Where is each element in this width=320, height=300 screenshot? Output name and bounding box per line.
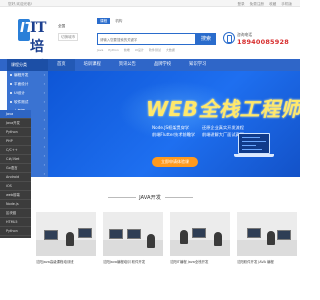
topbar-links: 登录 免费注册 收藏 手机版 — [237, 2, 292, 7]
hero-banner[interactable]: WEB全栈工程师 Node.JS框架贯穿学 前端Flutter技术前瞻学 还原企… — [48, 71, 300, 177]
subcategory-item[interactable]: Python — [0, 227, 31, 236]
banner-point: 还原企业真实开发流程 — [202, 125, 244, 130]
nav-items: 首页 培训课程 资讯公告 品牌学校 知识学习 — [48, 59, 215, 71]
main-nav: 课程分类 首页 培训课程 资讯公告 品牌学校 知识学习 — [0, 59, 300, 71]
contact-phone: 18940085928 — [237, 38, 289, 46]
topbar: 您好,欢迎光临! 登录 免费注册 收藏 手机版 — [0, 0, 300, 7]
hot-keyword[interactable]: 软件测试 — [149, 48, 161, 52]
course-image — [36, 212, 96, 256]
chevron-right-icon: › — [43, 172, 45, 176]
hot-keyword[interactable]: 大数据 — [166, 48, 175, 52]
course-card[interactable]: 沈阳IT编程 Java全栈开发 — [170, 212, 230, 274]
course-image — [237, 212, 297, 256]
course-image — [103, 212, 163, 256]
subcategory-item[interactable]: Go语言 — [0, 164, 31, 173]
chevron-right-icon: › — [43, 91, 45, 95]
subcategory-item[interactable]: Java开发 — [0, 119, 31, 128]
subcategory-item[interactable]: Node.js — [0, 200, 31, 209]
sidebar-item-label: 平面设计 — [14, 82, 29, 86]
nav-knowledge[interactable]: 知识学习 — [180, 59, 215, 71]
chevron-right-icon: › — [43, 163, 45, 167]
search-input[interactable] — [100, 36, 180, 43]
category-heading[interactable]: 课程分类 — [7, 59, 48, 71]
search-box — [97, 33, 196, 45]
sidebar-item[interactable]: 软件测试 › — [7, 98, 48, 107]
chevron-right-icon: › — [43, 118, 45, 122]
city-selector[interactable]: 全国 — [58, 24, 65, 29]
favorite-link[interactable]: 收藏 — [269, 2, 276, 7]
nav-home[interactable]: 首页 — [48, 59, 75, 71]
subcategory-item[interactable]: Android — [0, 173, 31, 182]
banner-point: 前端Flutter技术前瞻学 — [152, 132, 196, 137]
header: IT IT培训网 全国 切换城市 课程 机构 搜索 Java Python 前端… — [0, 7, 300, 95]
course-title: 沈阳Java编程培训 软件开发 — [103, 260, 146, 264]
greeting-text: 您好,欢迎光临! — [8, 1, 33, 6]
chevron-right-icon: › — [43, 82, 45, 86]
register-link[interactable]: 免费注册 — [250, 2, 264, 7]
laptop-icon — [234, 133, 274, 159]
banner-title: WEB全栈工程师 — [146, 97, 300, 121]
mobile-link[interactable]: 手机版 — [281, 2, 292, 7]
sidebar-item[interactable]: 平面设计 › — [7, 80, 48, 89]
sidebar-item-label: UI设计 — [14, 91, 25, 95]
site-logo[interactable]: IT IT培训网 — [18, 19, 54, 95]
search-button[interactable]: 搜索 — [196, 33, 216, 45]
subcategory-item[interactable]: iOS — [0, 182, 31, 191]
hot-keyword[interactable]: Java — [97, 48, 103, 52]
banner-point: Node.JS框架贯穿学 — [152, 125, 190, 130]
sidebar-item-label: 编程开发 — [14, 73, 29, 77]
banner-cta-button[interactable]: 立即申请体验课 — [152, 157, 198, 167]
subcategory-item[interactable]: PHP — [0, 137, 31, 146]
course-title: 沈阳软件开发 JAVA 编程 — [237, 260, 274, 264]
course-card[interactable]: 沈阳Java编程培训 软件开发 — [103, 212, 163, 274]
search-tabs: 课程 机构 — [97, 18, 125, 24]
course-title: 沈阳java高级课程培训班 — [36, 260, 74, 264]
hot-keyword[interactable]: 前端 — [124, 48, 130, 52]
sidebar-item[interactable]: 编程开发 › — [7, 71, 48, 80]
search-tab-course[interactable]: 课程 — [97, 18, 111, 24]
search-tab-school[interactable]: 机构 — [112, 18, 125, 24]
login-link[interactable]: 登录 — [237, 2, 244, 7]
chevron-right-icon: › — [43, 127, 45, 131]
subcategory-item[interactable]: HTML5 — [0, 218, 31, 227]
course-card[interactable]: 沈阳java高级课程培训班 — [36, 212, 96, 274]
subcategory-item[interactable]: 区块链 — [0, 209, 31, 218]
chevron-right-icon: › — [43, 154, 45, 158]
section-title: JAVA开发 — [139, 195, 161, 201]
nav-schools[interactable]: 品牌学校 — [145, 59, 180, 71]
nav-news[interactable]: 资讯公告 — [110, 59, 145, 71]
switch-city-button[interactable]: 切换城市 — [58, 33, 79, 41]
course-cards: 沈阳java高级课程培训班 沈阳Java编程培训 软件开发 沈阳IT编程 Jav… — [36, 212, 298, 274]
sidebar-item[interactable]: UI设计 › — [7, 89, 48, 98]
chevron-right-icon: › — [43, 100, 45, 104]
subcategory-list: Java Java开发 Python PHP C/C++ C#/.Net Go语… — [0, 110, 31, 238]
course-image — [170, 212, 230, 256]
course-card[interactable]: 沈阳软件开发 JAVA 编程 — [237, 212, 297, 274]
nav-courses[interactable]: 培训课程 — [75, 59, 110, 71]
hot-keyword[interactable]: Python — [108, 48, 118, 52]
hot-keywords: Java Python 前端 UI设计 软件测试 大数据 — [97, 48, 175, 52]
chevron-right-icon: › — [43, 73, 45, 77]
section-divider — [165, 197, 193, 198]
chevron-right-icon: › — [43, 136, 45, 140]
subcategory-item[interactable]: Python — [0, 128, 31, 137]
hot-keyword[interactable]: UI设计 — [135, 48, 144, 52]
subcategory-item[interactable]: Java — [0, 110, 31, 119]
course-title: 沈阳IT编程 Java全栈开发 — [170, 260, 209, 264]
subcategory-item[interactable]: C#/.Net — [0, 155, 31, 164]
sidebar-item-label: 软件测试 — [14, 100, 29, 104]
chevron-right-icon: › — [43, 145, 45, 149]
phone-icon — [223, 32, 235, 44]
chevron-right-icon: › — [43, 109, 45, 113]
subcategory-item[interactable]: C/C++ — [0, 146, 31, 155]
